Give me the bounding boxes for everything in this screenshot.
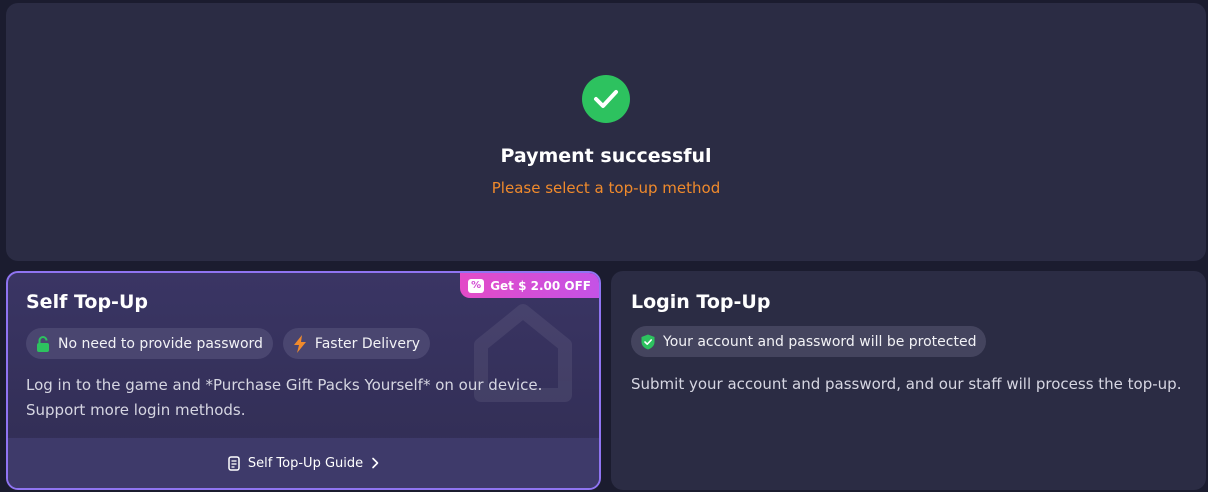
login-topup-title: Login Top-Up [631,291,771,313]
self-topup-card[interactable]: % Get $ 2.00 OFF Self Top-Up No need to … [6,271,601,490]
coupon-icon: % [468,278,485,293]
chevron-right-icon [372,457,379,469]
login-topup-tags: Your account and password will be protec… [631,326,987,357]
lightning-icon [293,334,306,353]
tag-faster-delivery: Faster Delivery [282,328,430,359]
tag-account-protected: Your account and password will be protec… [631,326,987,357]
discount-badge: % Get $ 2.00 OFF [460,273,599,298]
self-topup-description: Log in to the game and *Purchase Gift Pa… [26,376,543,419]
guide-link-label: Self Top-Up Guide [247,455,364,471]
document-icon [228,455,240,471]
tag-no-password: No need to provide password [26,328,273,359]
self-topup-tags: No need to provide password Faster Deliv… [26,328,430,359]
payment-status-panel: Payment successful Please select a top-u… [6,3,1206,261]
tag-label: No need to provide password [58,335,263,352]
tag-label: Your account and password will be protec… [663,333,977,350]
payment-status-subtitle: Please select a top-up method [491,179,721,197]
tag-label: Faster Delivery [314,335,420,352]
self-topup-guide-link[interactable]: Self Top-Up Guide [8,438,599,488]
login-topup-description: Submit your account and password, and ou… [631,375,1182,393]
discount-badge-label: Get $ 2.00 OFF [490,278,591,293]
payment-status-title: Payment successful [500,145,712,167]
lock-icon [37,335,49,352]
self-topup-title: Self Top-Up [26,291,148,313]
check-circle-icon [582,75,630,123]
shield-check-icon [641,334,655,349]
login-topup-card[interactable]: Login Top-Up Your account and password w… [611,271,1206,490]
